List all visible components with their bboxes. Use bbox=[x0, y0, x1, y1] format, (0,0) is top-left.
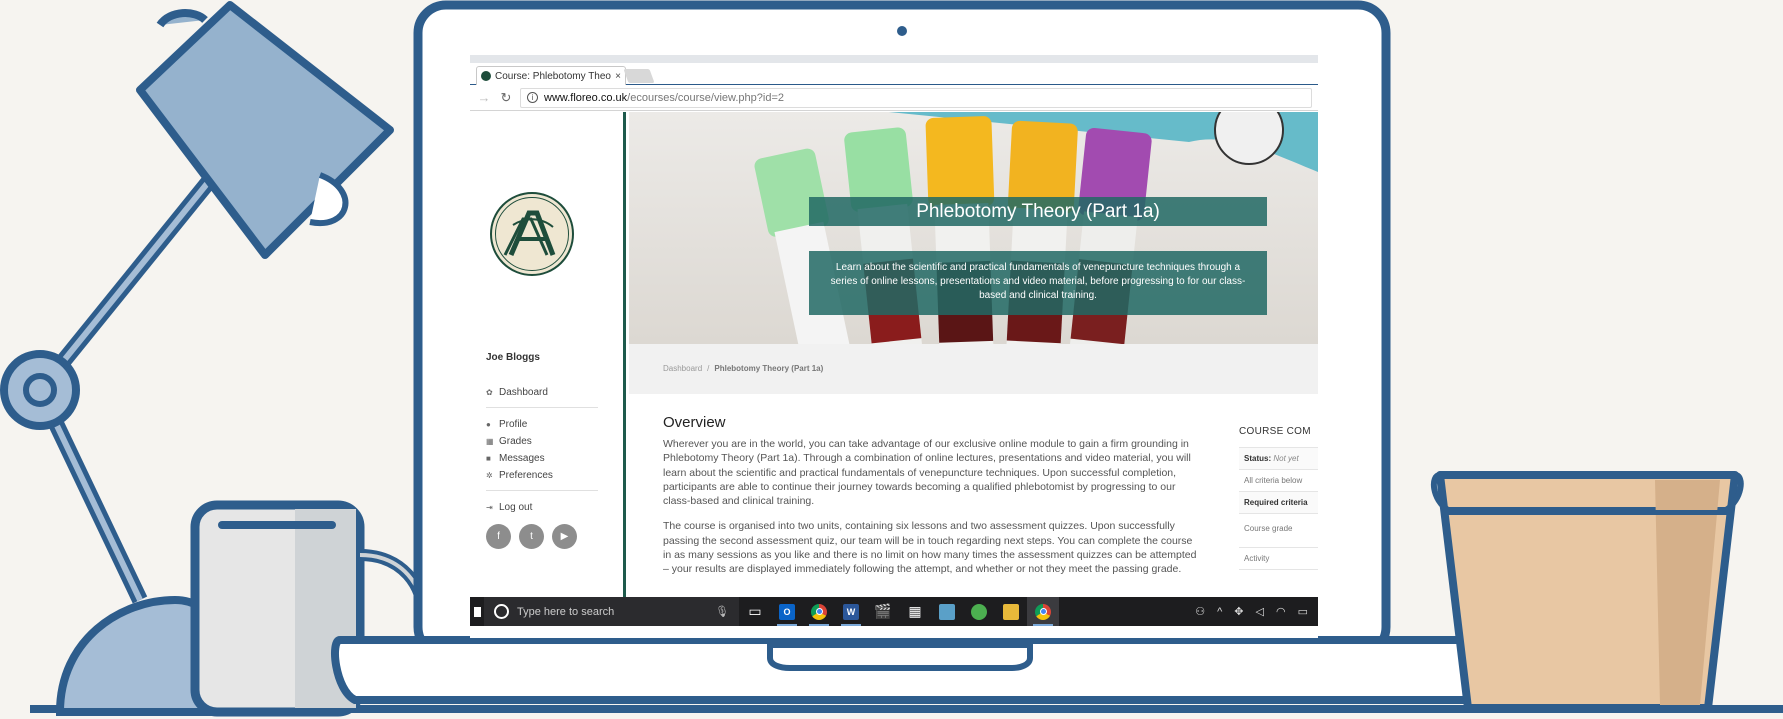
calculator-icon[interactable]: ▦ bbox=[899, 597, 931, 626]
start-button[interactable] bbox=[470, 597, 484, 626]
sidebar-item-messages[interactable]: ■ Messages bbox=[486, 450, 598, 467]
taskbar-apps: ▭ O W 🎬 ▦ bbox=[739, 597, 1059, 626]
new-tab-button[interactable] bbox=[623, 69, 655, 83]
sidebar-item-logout[interactable]: ⇥ Log out bbox=[486, 499, 598, 516]
logout-icon: ⇥ bbox=[486, 503, 493, 512]
people-icon[interactable]: ⚇ bbox=[1195, 605, 1205, 618]
windows-logo-icon bbox=[473, 606, 481, 617]
photos-icon[interactable] bbox=[931, 597, 963, 626]
volume-icon[interactable]: ◁ bbox=[1256, 605, 1264, 618]
action-center-icon[interactable]: ▭ bbox=[1298, 605, 1308, 618]
table-icon: ▦ bbox=[486, 437, 494, 446]
wifi-icon[interactable]: ◠ bbox=[1276, 605, 1286, 618]
overview-paragraph: The course is organised into two units, … bbox=[663, 520, 1197, 576]
course-overview: Overview Wherever you are in the world, … bbox=[663, 414, 1203, 588]
chrome-active-icon[interactable] bbox=[1027, 597, 1059, 626]
youtube-icon[interactable]: ▶ bbox=[552, 524, 577, 549]
sidebar-item-label: Grades bbox=[499, 436, 532, 447]
chrome-icon[interactable] bbox=[803, 597, 835, 626]
sidebar-item-label: Messages bbox=[499, 453, 545, 464]
facebook-icon[interactable]: f bbox=[486, 524, 511, 549]
breadcrumb-separator: / bbox=[707, 364, 710, 373]
app-green-icon[interactable] bbox=[963, 597, 995, 626]
social-links: f t ▶ bbox=[486, 524, 577, 549]
main-content: Phlebotomy Theory (Part 1a) Learn about … bbox=[629, 112, 1318, 597]
scene: Course: Phlebotomy Theo × → ↻ i www.flor… bbox=[0, 0, 1783, 719]
browser-tab[interactable]: Course: Phlebotomy Theo × bbox=[476, 66, 626, 85]
word-icon[interactable]: W bbox=[835, 597, 867, 626]
course-title: Phlebotomy Theory (Part 1a) bbox=[809, 197, 1267, 226]
gear-icon: ✲ bbox=[486, 471, 493, 480]
url-path: /ecourses/course/view.php?id=2 bbox=[627, 91, 785, 104]
logo-monogram-icon bbox=[503, 210, 556, 256]
sidebar-item-label: Dashboard bbox=[499, 387, 548, 398]
outlook-icon[interactable]: O bbox=[771, 597, 803, 626]
dropbox-icon[interactable]: ✥ bbox=[1234, 605, 1243, 618]
completion-status-row: Status: Not yet bbox=[1239, 448, 1318, 470]
info-icon[interactable]: i bbox=[527, 92, 538, 103]
taskbar-search-placeholder: Type here to search bbox=[517, 605, 615, 618]
sidebar-item-grades[interactable]: ▦ Grades bbox=[486, 433, 598, 450]
sidebar-item-dashboard[interactable]: ✿ Dashboard bbox=[486, 384, 598, 401]
completion-required-header: Required criteria bbox=[1239, 492, 1318, 514]
tab-title: Course: Phlebotomy Theo bbox=[495, 70, 611, 82]
breadcrumb: Dashboard / Phlebotomy Theory (Part 1a) bbox=[663, 364, 823, 373]
windows-taskbar: Type here to search 🎙 ▭ O W 🎬 ▦ ⚇ ^ ✥ ◁ bbox=[470, 597, 1318, 626]
file-explorer-icon[interactable] bbox=[995, 597, 1027, 626]
sidebar-item-profile[interactable]: ● Profile bbox=[486, 416, 598, 433]
sidebar-menu: ✿ Dashboard ● Profile ▦ Grades ■ Message… bbox=[486, 384, 598, 516]
system-tray: ⚇ ^ ✥ ◁ ◠ ▭ bbox=[1195, 605, 1318, 619]
course-hero-banner: Phlebotomy Theory (Part 1a) Learn about … bbox=[629, 112, 1318, 344]
taskbar-search[interactable]: Type here to search 🎙 bbox=[484, 597, 739, 626]
completion-title: COURSE COM bbox=[1239, 426, 1311, 437]
user-icon: ● bbox=[486, 420, 491, 429]
sidebar-item-label: Profile bbox=[499, 419, 528, 430]
address-bar: → ↻ i www.floreo.co.uk/ecourses/course/v… bbox=[470, 85, 1318, 111]
task-view-icon[interactable]: ▭ bbox=[739, 597, 771, 626]
sidebar: Joe Bloggs ✿ Dashboard ● Profile ▦ Grade… bbox=[470, 112, 626, 597]
sidebar-item-preferences[interactable]: ✲ Preferences bbox=[486, 467, 598, 484]
browser-tab-strip: Course: Phlebotomy Theo × bbox=[470, 63, 1318, 85]
cortana-icon bbox=[494, 604, 509, 619]
chat-icon: ■ bbox=[486, 454, 491, 463]
completion-row: Course grade bbox=[1239, 514, 1318, 548]
course-description: Learn about the scientific and practical… bbox=[809, 251, 1267, 315]
tab-close-icon[interactable]: × bbox=[615, 71, 621, 82]
completion-row: All criteria below bbox=[1239, 470, 1318, 492]
dashboard-icon: ✿ bbox=[486, 388, 493, 397]
site-favicon-icon bbox=[481, 71, 491, 81]
status-label: Status: bbox=[1244, 454, 1272, 463]
menu-divider bbox=[486, 490, 598, 491]
overview-heading: Overview bbox=[663, 414, 726, 431]
url-field[interactable]: i www.floreo.co.uk/ecourses/course/view.… bbox=[520, 87, 1312, 108]
webcam bbox=[897, 26, 907, 36]
back-arrow-icon[interactable]: → bbox=[476, 90, 492, 105]
completion-table: Status: Not yet All criteria below Requi… bbox=[1239, 447, 1318, 570]
microphone-icon[interactable]: 🎙 bbox=[715, 605, 729, 618]
sidebar-item-label: Log out bbox=[499, 502, 533, 513]
url-host: www.floreo.co.uk bbox=[544, 91, 628, 104]
sidebar-item-label: Preferences bbox=[499, 470, 553, 481]
reload-icon[interactable]: ↻ bbox=[498, 90, 514, 106]
breadcrumb-bar: Dashboard / Phlebotomy Theory (Part 1a) bbox=[629, 344, 1318, 394]
breadcrumb-dashboard-link[interactable]: Dashboard bbox=[663, 364, 702, 373]
breadcrumb-current[interactable]: Phlebotomy Theory (Part 1a) bbox=[714, 364, 823, 373]
status-value: Not yet bbox=[1273, 454, 1299, 463]
chevron-up-icon[interactable]: ^ bbox=[1217, 606, 1222, 618]
menu-divider bbox=[486, 407, 598, 408]
twitter-icon[interactable]: t bbox=[519, 524, 544, 549]
course-completion-block: COURSE COM Status: Not yet All criteria … bbox=[1239, 426, 1318, 570]
username: Joe Bloggs bbox=[486, 352, 540, 363]
movie-maker-icon[interactable]: 🎬 bbox=[867, 597, 899, 626]
web-page: Joe Bloggs ✿ Dashboard ● Profile ▦ Grade… bbox=[470, 112, 1318, 597]
site-logo[interactable] bbox=[490, 192, 574, 276]
laptop-screen: Course: Phlebotomy Theo × → ↻ i www.flor… bbox=[470, 55, 1318, 638]
completion-row: Activity bbox=[1239, 548, 1318, 570]
overview-paragraph: Wherever you are in the world, you can t… bbox=[663, 438, 1191, 508]
